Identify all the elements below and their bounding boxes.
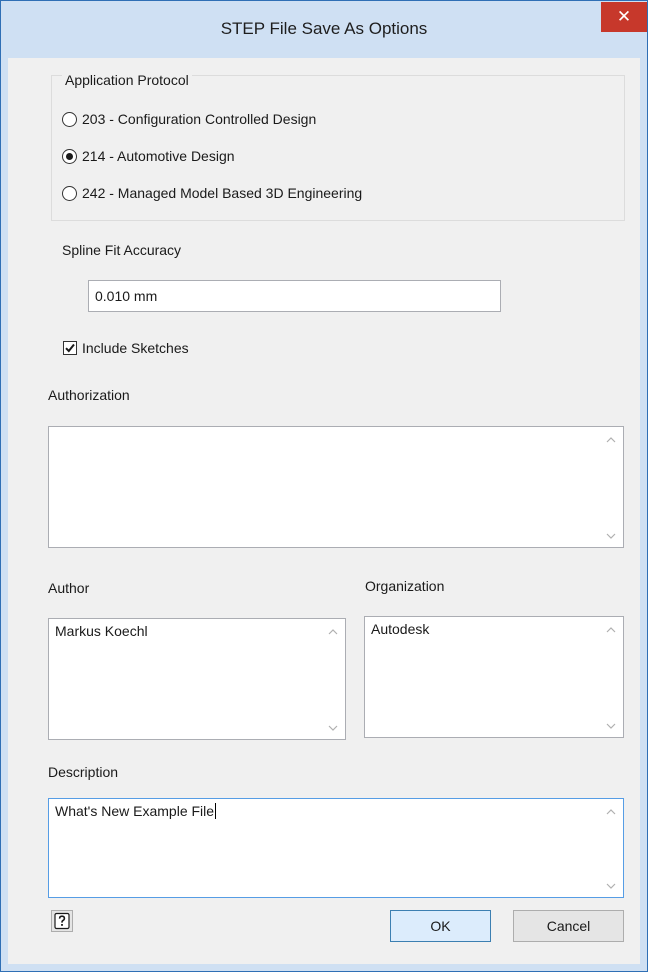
authorization-label: Authorization — [48, 387, 130, 403]
scroll-down-icon[interactable] — [605, 531, 617, 541]
organization-label: Organization — [365, 578, 445, 594]
radio-button-icon[interactable] — [62, 185, 77, 201]
protocol-group-title: Application Protocol — [62, 72, 192, 88]
radio-protocol-214[interactable]: 214 - Automotive Design — [62, 146, 235, 166]
scroll-down-icon[interactable] — [605, 881, 617, 891]
organization-value: Autodesk — [371, 621, 430, 637]
radio-label: 242 - Managed Model Based 3D Engineering — [82, 185, 363, 201]
description-label: Description — [48, 764, 119, 780]
include-sketches-label: Include Sketches — [82, 340, 189, 356]
scroll-down-icon[interactable] — [327, 723, 339, 733]
scroll-up-icon[interactable] — [327, 627, 339, 637]
organization-textarea[interactable]: Autodesk — [364, 616, 624, 738]
checkmark-icon — [65, 343, 75, 353]
spline-accuracy-input[interactable]: 0.010 mm — [88, 280, 501, 312]
radio-label: 214 - Automotive Design — [82, 148, 235, 164]
radio-protocol-203[interactable]: 203 - Configuration Controlled Design — [62, 109, 316, 129]
dialog-title: STEP File Save As Options — [220, 19, 428, 38]
close-icon: ✕ — [616, 7, 632, 26]
radio-button-icon[interactable] — [62, 111, 77, 127]
radio-button-icon[interactable] — [62, 148, 77, 164]
ok-button[interactable]: OK — [390, 910, 491, 942]
author-value: Markus Koechl — [55, 623, 148, 639]
scroll-up-icon[interactable] — [605, 625, 617, 635]
radio-label: 203 - Configuration Controlled Design — [82, 111, 317, 127]
author-label: Author — [48, 580, 90, 596]
close-button[interactable]: ✕ — [601, 2, 647, 32]
help-icon — [54, 912, 70, 930]
scroll-down-icon[interactable] — [605, 721, 617, 731]
help-button[interactable] — [51, 910, 73, 932]
cancel-button[interactable]: Cancel — [513, 910, 624, 942]
description-value: What's New Example File — [55, 803, 215, 819]
scroll-up-icon[interactable] — [605, 435, 617, 445]
scroll-up-icon[interactable] — [605, 807, 617, 817]
include-sketches-checkbox[interactable] — [63, 341, 77, 355]
radio-protocol-242[interactable]: 242 - Managed Model Based 3D Engineering — [62, 183, 362, 203]
description-textarea[interactable]: What's New Example File — [48, 798, 624, 898]
authorization-textarea[interactable] — [48, 426, 624, 548]
text-caret — [215, 803, 217, 819]
author-textarea[interactable]: Markus Koechl — [48, 618, 346, 740]
spline-accuracy-label: Spline Fit Accuracy — [62, 242, 182, 258]
title-bar[interactable]: STEP File Save As Options ✕ — [1, 1, 647, 58]
